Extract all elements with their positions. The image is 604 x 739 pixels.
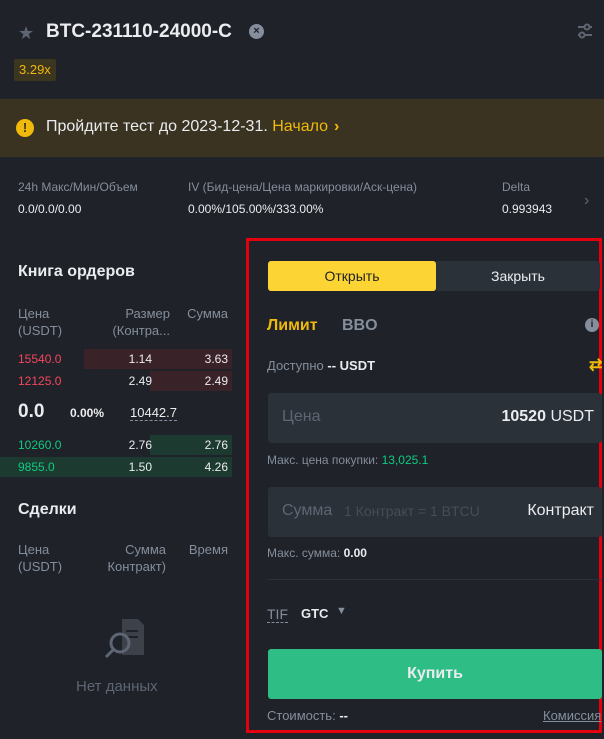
trades-col-amount: Сумма Контракт) [107,542,166,574]
stat-delta-label: Delta [502,180,531,194]
empty-state-text: Нет данных [76,678,158,695]
col-total: Сумма [187,306,228,321]
ask-price: 15540.0 [18,352,62,366]
open-close-tabs: Открыть Закрыть [268,261,600,291]
ask-size: 1.14 [128,352,152,366]
ask-total: 2.49 [204,374,228,388]
col-size: Размер (Контра... [112,306,170,338]
tab-close[interactable]: Закрыть [436,261,600,291]
order-type-limit[interactable]: Лимит [267,317,318,335]
price-change: 0.00% [70,406,105,420]
trades-col-price: Цена (USDT) [18,542,63,574]
price-unit: USDT [550,408,594,425]
amount-placeholder: Сумма [282,502,333,519]
max-amount: Макс. сумма: 0.00 [267,546,367,560]
close-circle-icon[interactable]: × [249,24,264,39]
trades-col-time: Время [188,542,228,557]
instrument-header: ★ BTC-231110-24000-C × 3.29x [0,0,604,96]
price-value: 10520 USDT [501,408,594,426]
bid-price: 10260.0 [18,438,62,452]
info-icon[interactable]: i [585,318,599,332]
price-placeholder: Цена [282,408,321,425]
stat-delta: Delta 0.993943 [502,180,578,216]
ask-price: 12125.0 [18,374,62,388]
max-buy-label: Макс. цена покупки: [267,453,379,467]
mark-price[interactable]: 10442.7 [130,405,177,421]
max-buy-price: Макс. цена покупки: 13,025.1 [267,453,428,467]
market-stats: 24h Макс/Мин/Объем 0.0/0.0/0.00 IV (Бид-… [0,170,604,226]
amount-field[interactable]: Сумма 1 Контракт = 1 BTCU Контракт [268,487,602,537]
stat-iv-value: 0.00%/105.00%/333.00% [188,202,324,216]
fee-link[interactable]: Комиссия [543,708,601,723]
divider [267,579,601,580]
stat-24h-value: 0.0/0.0/0.00 [18,202,82,216]
chevron-right-icon[interactable]: › [584,192,589,210]
ask-row[interactable]: 15540.0 1.14 3.63 [0,349,232,369]
cost-value: -- [339,708,348,723]
stat-delta-value: 0.993943 [502,202,553,216]
ask-row[interactable]: 12125.0 2.49 2.49 [0,371,232,391]
price-field[interactable]: Цена 10520 USDT [268,393,602,443]
stat-24h-label: 24h Макс/Мин/Объем [18,180,138,194]
sliders-icon[interactable] [576,22,594,40]
available-balance: Доступно -- USDT [267,358,375,373]
bid-total: 4.26 [204,460,228,474]
caret-down-icon[interactable]: ▼ [336,605,347,617]
stat-iv: IV (Бид-цена/Цена маркировки/Аск-цена) 0… [188,180,417,216]
last-price: 0.0 [18,401,45,422]
ask-size: 2.49 [128,374,152,388]
col-price: Цена (USDT) [18,306,63,338]
bid-row[interactable]: 9855.0 1.50 4.26 [0,457,232,477]
warning-icon: ! [16,119,34,137]
amount-unit[interactable]: Контракт [527,502,594,520]
available-label: Доступно [267,358,324,373]
stat-iv-label: IV (Бид-цена/Цена маркировки/Аск-цена) [188,180,417,194]
tab-open[interactable]: Открыть [268,261,436,291]
order-type-bbo[interactable]: BBO [342,317,378,335]
max-buy-value: 13,025.1 [381,453,429,467]
bid-size: 1.50 [128,460,152,474]
available-value: -- USDT [327,358,376,373]
transfer-icon[interactable]: ⇄ [589,355,602,375]
cost: Стоимость: -- [267,708,348,723]
banner-text: Пройдите тест до 2023-12-31. [46,118,268,135]
banner-message: Пройдите тест до 2023-12-31. Начало › [46,118,339,136]
empty-search-icon [104,619,144,659]
max-amount-label: Макс. сумма: [267,546,341,560]
max-amount-value: 0.00 [343,546,367,560]
trades-title: Сделки [18,501,77,518]
chevron-right-icon[interactable]: › [334,118,339,135]
bid-total: 2.76 [204,438,228,452]
amount-hint: 1 Контракт = 1 BTCU [344,503,480,519]
bid-row[interactable]: 10260.0 2.76 2.76 [0,435,232,455]
instrument-symbol[interactable]: BTC-231110-24000-C [46,21,232,43]
tif-select[interactable]: GTC [301,606,328,621]
star-icon[interactable]: ★ [18,24,36,42]
bid-size: 2.76 [128,438,152,452]
banner-start-link[interactable]: Начало [272,118,328,135]
order-form: Открыть Закрыть Лимит BBO i Доступно -- … [246,238,602,733]
tif-label: TIF [267,606,288,623]
quiz-banner: ! Пройдите тест до 2023-12-31. Начало › [0,99,604,157]
ask-total: 3.63 [204,352,228,366]
cost-label: Стоимость: [267,708,336,723]
bid-price: 9855.0 [18,460,55,474]
order-book-title: Книга ордеров [18,263,135,280]
buy-button[interactable]: Купить [268,649,602,699]
stat-24h: 24h Макс/Мин/Объем 0.0/0.0/0.00 [18,180,138,216]
leverage-badge: 3.29x [14,59,56,81]
price-number: 10520 [501,408,546,425]
